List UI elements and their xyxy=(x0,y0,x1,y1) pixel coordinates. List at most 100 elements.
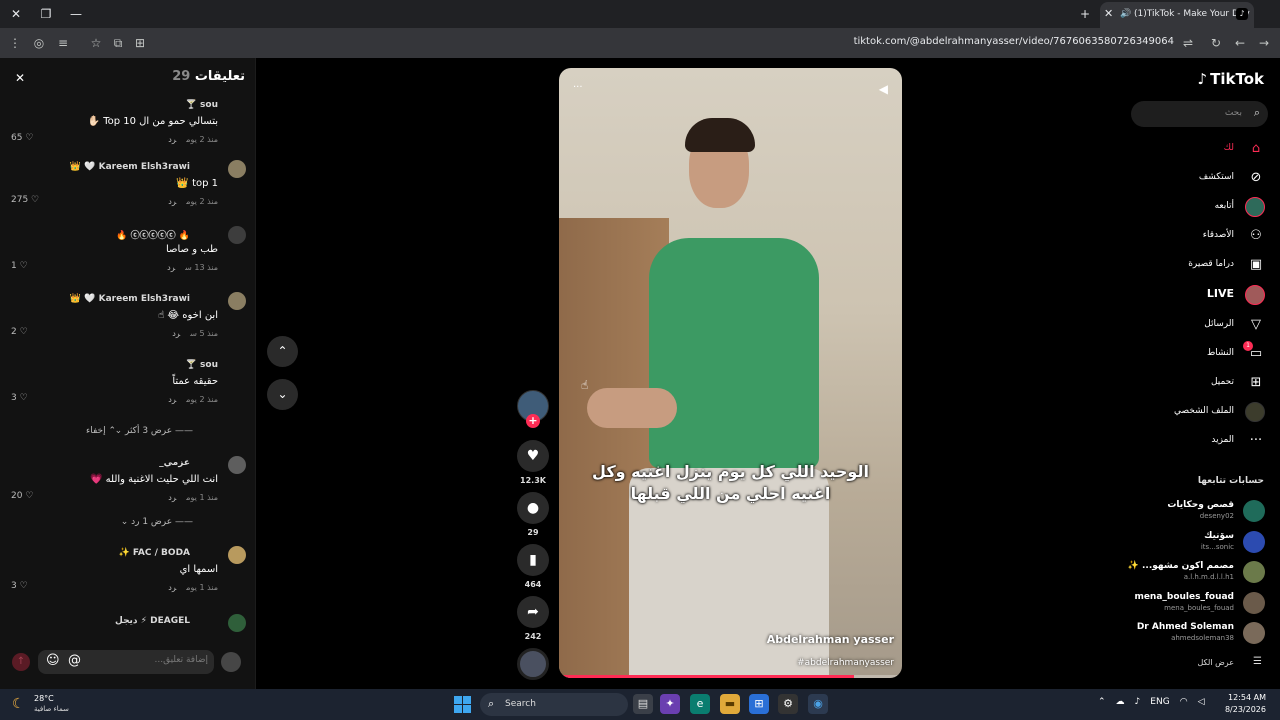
reply-button[interactable]: رد xyxy=(168,395,176,404)
search-input[interactable]: بحث ⌕ xyxy=(1131,101,1268,127)
view-more-replies-button[interactable]: —— عرض 3 أكثر ⌄ xyxy=(115,426,193,436)
settings-icon[interactable]: ⚙ xyxy=(778,694,798,714)
see-all-link[interactable]: عرض الكل xyxy=(1197,658,1234,667)
extensions-icon[interactable]: ⊞ xyxy=(131,34,149,52)
comment-username[interactable]: عزمي_ xyxy=(159,458,190,468)
music-disc-icon[interactable] xyxy=(517,648,549,680)
task-view-icon[interactable]: ▤ xyxy=(633,694,653,714)
reply-button[interactable]: رد xyxy=(168,197,176,206)
emoji-icon[interactable]: ☺ xyxy=(46,653,60,668)
close-icon[interactable]: ✕ xyxy=(12,70,28,86)
system-tray[interactable]: ⌃ ☁ ♪ ENG ◠ ◁ xyxy=(1098,697,1214,707)
sidebar-item-for-you[interactable]: لك ⌂ xyxy=(1128,139,1280,161)
comment-username[interactable]: sou 🍸 xyxy=(186,360,218,370)
avatar[interactable] xyxy=(228,546,246,564)
reading-list-icon[interactable]: ≡ xyxy=(54,34,72,52)
comment-like-button[interactable]: 3 ♡ xyxy=(11,393,28,403)
comment-username[interactable]: Kareem Elsh3rawi 🤍 👑 xyxy=(70,294,190,304)
comment-username[interactable]: Kareem Elsh3rawi 🤍 👑 xyxy=(70,162,190,172)
list-icon[interactable]: ☰ xyxy=(1253,656,1262,667)
tiktok-logo[interactable]: ♪ TikTok xyxy=(1198,70,1264,88)
tab-close-icon[interactable]: ✕ xyxy=(1104,2,1113,26)
sidebar-item-explore[interactable]: استكشف ⊘ xyxy=(1128,168,1280,190)
back-icon[interactable]: → xyxy=(1255,34,1273,52)
comment-input-box[interactable]: ☺ @ إضافة تعليق... xyxy=(38,650,214,674)
hide-replies-button[interactable]: إخفاء ⌃ xyxy=(86,426,116,436)
start-button[interactable] xyxy=(454,696,471,713)
sidebar-item-messages[interactable]: الرسائل ▽ xyxy=(1128,315,1280,337)
video-player[interactable]: ··· ◀ الوحيد اللي كل يوم ينزل اغنيه وكل … xyxy=(559,68,902,678)
close-window-icon[interactable]: ✕ xyxy=(6,4,26,24)
minimize-window-icon[interactable]: — xyxy=(66,4,86,24)
taskbar-search[interactable]: ⌕ Search xyxy=(480,693,628,716)
file-explorer-icon[interactable]: ▬ xyxy=(720,694,740,714)
video-menu-icon[interactable]: ··· xyxy=(573,82,583,93)
sidebar-item-friends[interactable]: الأصدقاء ⚇ xyxy=(1128,226,1280,248)
reply-button[interactable]: رد xyxy=(168,583,176,592)
sidebar-item-live[interactable]: LIVE xyxy=(1128,285,1280,307)
view-more-replies-button[interactable]: —— عرض 1 رد ⌄ xyxy=(121,517,193,527)
forward-icon[interactable]: ← xyxy=(1231,34,1249,52)
video-progress-bar[interactable] xyxy=(559,675,902,678)
comment-like-button[interactable]: 65 ♡ xyxy=(11,133,33,143)
sidebar-item-profile[interactable]: الملف الشخصي xyxy=(1128,402,1280,424)
copilot-icon[interactable]: ✦ xyxy=(660,694,680,714)
avatar[interactable] xyxy=(228,292,246,310)
edge-icon[interactable]: e xyxy=(690,694,710,714)
chrome-icon[interactable]: ◉ xyxy=(808,694,828,714)
like-icon[interactable]: ♥ xyxy=(517,440,549,472)
search-icon[interactable]: ⌕ xyxy=(1254,106,1260,120)
video-hashtag[interactable]: #abdelrahmanyasser xyxy=(797,658,894,668)
avatar[interactable] xyxy=(228,614,246,632)
new-tab-icon[interactable]: + xyxy=(1075,4,1095,24)
sidebar-item-upload[interactable]: تحميل ⊞ xyxy=(1128,373,1280,395)
comment-like-button[interactable]: 3 ♡ xyxy=(11,581,28,591)
comment-username[interactable]: FAC / BODA ✨ xyxy=(118,548,190,558)
avatar[interactable] xyxy=(228,226,246,244)
following-account[interactable]: قصص وحكايات deseny02 xyxy=(1128,498,1280,524)
following-account[interactable]: مصمم اكون مشهو... ✨ a.l.h.m.d.l.l.h1 xyxy=(1128,559,1280,585)
sidebar-item-more[interactable]: المزيد ··· xyxy=(1128,431,1280,453)
store-icon[interactable]: ⊞ xyxy=(749,694,769,714)
following-account[interactable]: سۆنيك its...sonic xyxy=(1128,529,1280,555)
follow-button[interactable]: + xyxy=(526,414,540,428)
mention-icon[interactable]: @ xyxy=(68,653,81,668)
comment-like-button[interactable]: 20 ♡ xyxy=(11,491,33,501)
comment-username[interactable]: 🔥 ⓒⓒⓒⓒⓒ 🔥 xyxy=(116,228,190,241)
comment-username[interactable]: sou 🍸 xyxy=(186,100,218,110)
reload-icon[interactable]: ↻ xyxy=(1207,34,1225,52)
following-account[interactable]: Dr Ahmed Soleman ahmedsoleman38 xyxy=(1128,620,1280,646)
reply-button[interactable]: رد xyxy=(167,263,175,272)
volume-icon[interactable]: ◀ xyxy=(879,82,888,96)
sidebar-item-following[interactable]: أتابعه xyxy=(1128,197,1280,219)
bookmark-star-icon[interactable]: ☆ xyxy=(87,34,105,52)
next-video-button[interactable]: ⌄ xyxy=(267,379,298,410)
comment-username[interactable]: DEAGEL ⚡ ديجل xyxy=(115,616,190,626)
clock[interactable]: 12:54 AM 8/23/2026 xyxy=(1225,692,1266,716)
tab-tiktok[interactable]: ✕ 🔊 (1)TikTok - Make Your Day ♪ xyxy=(1100,2,1254,28)
bookmark-icon[interactable]: ▮ xyxy=(517,544,549,576)
sidebar-item-short-drama[interactable]: دراما قصيرة ▣ xyxy=(1128,255,1280,277)
reply-button[interactable]: رد xyxy=(172,329,180,338)
previous-video-button[interactable]: ⌃ xyxy=(267,336,298,367)
restore-window-icon[interactable]: ❐ xyxy=(36,4,56,24)
video-author[interactable]: Abdelrahman yasser xyxy=(767,633,894,646)
comment-icon[interactable]: ● xyxy=(517,492,549,524)
menu-dots-icon[interactable]: ⋮ xyxy=(6,34,24,52)
sidebar-item-activity[interactable]: النشاط ▭ 1 xyxy=(1128,341,1280,366)
comment-like-button[interactable]: 2 ♡ xyxy=(11,327,28,337)
site-settings-icon[interactable]: ⇌ xyxy=(1179,34,1197,52)
open-in-app-icon[interactable]: ⧉ xyxy=(109,34,127,52)
reply-button[interactable]: رد xyxy=(168,135,176,144)
post-comment-button[interactable]: ↑ xyxy=(12,653,30,671)
comment-input[interactable]: إضافة تعليق... xyxy=(154,655,208,665)
reply-button[interactable]: رد xyxy=(168,493,176,502)
comment-like-button[interactable]: 275 ♡ xyxy=(11,195,39,205)
url-field[interactable]: tiktok.com/@abdelrahmanyasser/video/7676… xyxy=(854,36,1174,47)
avatar[interactable] xyxy=(228,160,246,178)
following-account[interactable]: mena_boules_fouad mena_boules_fouad xyxy=(1128,590,1280,616)
comment-like-button[interactable]: 1 ♡ xyxy=(11,261,28,271)
avatar[interactable] xyxy=(228,456,246,474)
profile-icon[interactable]: ◎ xyxy=(30,34,48,52)
share-icon[interactable]: ➦ xyxy=(517,596,549,628)
